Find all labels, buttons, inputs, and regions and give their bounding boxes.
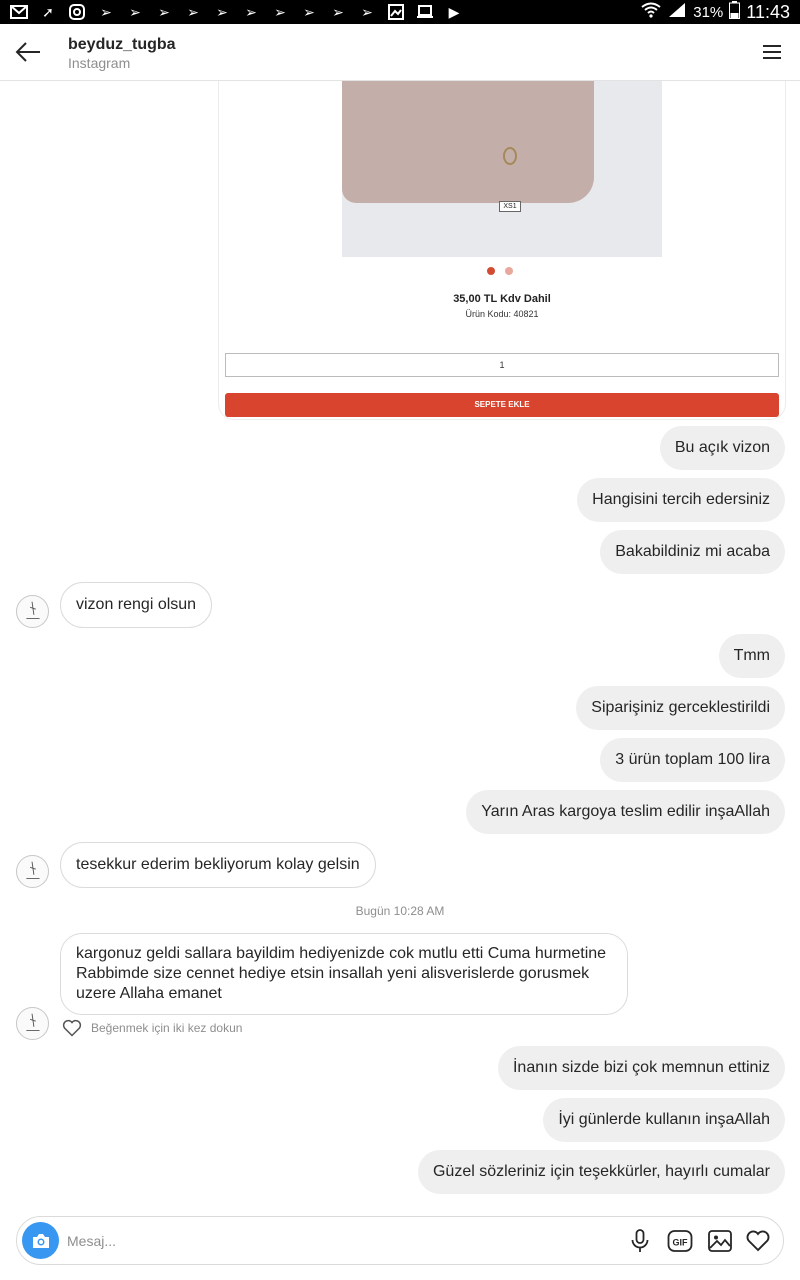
avatar[interactable] [16,595,49,628]
avatar-sketch-icon [26,601,40,620]
add-to-cart-button: SEPETE EKLE [225,393,779,417]
send-icon: ➢ [100,4,112,20]
message-bubble-outgoing[interactable]: Bakabildiniz mi acaba [600,530,785,574]
message-composer: GIF [16,1216,784,1265]
battery-percent: 31% [693,3,724,21]
size-tag: XS1 [499,201,521,212]
instagram-icon [68,4,86,20]
svg-text:GIF: GIF [673,1238,689,1248]
chat-subtitle: Instagram [68,55,131,71]
tshirt-illustration: XS1 [342,81,594,212]
microphone-icon [631,1229,649,1252]
hamburger-menu-icon [763,45,781,59]
product-code: Ürün Kodu: 40821 [465,309,539,319]
send-icon: ➢ [216,4,228,20]
wifi-icon [641,2,661,22]
notification-icons: ➚ ➢ ➢ ➢ ➢ ➢ ➢ ➢ ➢ ➢ ➢ ▶ [10,4,463,20]
menu-button[interactable] [762,44,782,60]
message-bubble-incoming[interactable]: kargonuz geldi sallara bayildim hediyeni… [60,933,628,1015]
avatar-sketch-icon [26,1013,40,1032]
shared-product-image[interactable]: XS1 35,00 TL Kdv Dahil Ürün Kodu: 40821 … [218,81,786,420]
message-bubble-outgoing[interactable]: İyi günlerde kullanın inşaAllah [543,1098,785,1142]
status-bar: ➚ ➢ ➢ ➢ ➢ ➢ ➢ ➢ ➢ ➢ ➢ ▶ 31% 11:43 [0,0,800,24]
avatar[interactable] [16,855,49,888]
message-bubble-outgoing[interactable]: Tmm [718,634,785,678]
gallery-button[interactable] [707,1228,733,1254]
carousel-dot [505,267,513,275]
camera-icon [32,1233,49,1248]
send-icon: ➢ [129,4,141,20]
clock: 11:43 [746,1,790,22]
microphone-button[interactable] [627,1228,653,1254]
message-bubble-incoming[interactable]: vizon rengi olsun [60,582,213,628]
avatar-sketch-icon [26,861,40,880]
message-bubble-outgoing[interactable]: Hangisini tercih edersiniz [577,478,785,522]
message-timestamp: Bugün 10:28 AM [355,904,445,918]
message-bubble-incoming[interactable]: tesekkur ederim bekliyorum kolay gelsin [60,842,376,888]
gallery-icon [387,4,405,20]
send-icon: ➢ [274,4,286,20]
double-tap-like-hint[interactable]: Beğenmek için iki kez dokun [62,1019,242,1037]
message-bubble-outgoing[interactable]: Siparişiniz gerceklestirildi [576,686,785,730]
signal-icon [667,2,687,22]
like-hint-text: Beğenmek için iki kez dokun [91,1021,243,1035]
carousel-dots [487,267,513,275]
carousel-dot-active [487,267,495,275]
message-bubble-outgoing[interactable]: 3 ürün toplam 100 lira [600,738,785,782]
message-bubble-outgoing[interactable]: İnanın sizde bizi çok memnun ettiniz [497,1046,785,1090]
send-icon: ➢ [245,4,257,20]
product-photo: XS1 [342,81,662,257]
gif-icon: GIF [667,1230,693,1252]
camera-button[interactable] [22,1222,59,1259]
quantity-field: 1 [225,353,779,377]
send-icon: ➢ [332,4,344,20]
heart-button[interactable] [745,1228,771,1254]
send-icon: ➢ [187,4,199,20]
arrow-left-icon [15,42,40,62]
message-bubble-outgoing[interactable]: Yarın Aras kargoya teslim edilir inşaAll… [466,790,785,834]
chat-username[interactable]: beyduz_tugba [68,36,176,54]
image-icon [708,1230,732,1252]
gif-button[interactable]: GIF [667,1228,693,1254]
location-arrow-icon: ➚ [42,4,54,20]
chat-header: beyduz_tugba Instagram [0,24,800,81]
send-icon: ➢ [158,4,170,20]
message-bubble-outgoing[interactable]: Bu açık vizon [659,426,785,470]
play-store-icon: ▶ [448,4,460,20]
brand-logo-icon [503,147,517,165]
message-bubble-outgoing[interactable]: Güzel sözleriniz için teşekkürler, hayır… [417,1150,785,1194]
battery-icon [729,1,741,23]
avatar[interactable] [16,1007,49,1040]
mail-icon [10,4,28,20]
heart-icon [746,1230,770,1252]
message-input[interactable] [67,1229,607,1253]
send-icon: ➢ [303,4,315,20]
product-price: 35,00 TL Kdv Dahil [453,293,551,305]
heart-icon [62,1019,82,1037]
send-icon: ➢ [361,4,373,20]
back-button[interactable] [14,40,42,64]
laptop-icon [416,4,434,20]
